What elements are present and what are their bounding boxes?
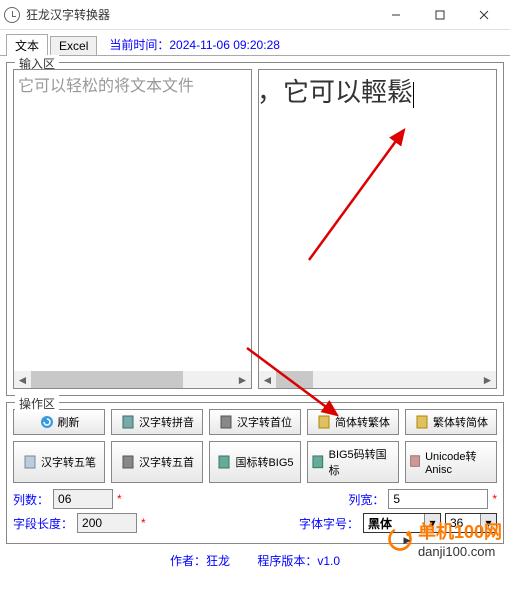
required-star: * [492, 492, 497, 506]
scroll-right-icon[interactable]: ► [234, 371, 251, 388]
input-text-left: 它可以轻松的将文本文件 [14, 70, 251, 98]
big5-to-gb-button[interactable]: BIG5码转国标 [307, 441, 399, 483]
cols-input[interactable] [53, 489, 113, 509]
width-input[interactable] [388, 489, 488, 509]
window-title: 狂龙汉字转换器 [26, 6, 374, 23]
maximize-button[interactable] [418, 1, 462, 29]
hanzi-to-shouwei-button[interactable]: 汉字转首位 [209, 409, 301, 435]
fieldlen-label: 字段长度： [13, 515, 73, 532]
scrollbar-left[interactable]: ◄ ► [14, 371, 251, 388]
required-star: * [141, 516, 146, 530]
watermark: 单机100网 danji100.com [386, 518, 502, 559]
doc-icon [120, 414, 136, 430]
simplified-to-traditional-button[interactable]: 简体转繁体 [307, 409, 399, 435]
minimize-button[interactable] [374, 1, 418, 29]
scrollbar-right[interactable]: ◄ ► [259, 371, 496, 388]
doc-icon [120, 454, 136, 470]
traditional-to-simplified-button[interactable]: 繁体转简体 [405, 409, 497, 435]
timestamp: 当前时间：2024-11-06 09:20:28 [109, 36, 280, 53]
annotation-arrow-1 [299, 120, 419, 270]
scroll-left-icon[interactable]: ◄ [259, 371, 276, 388]
output-text-right: 牛，它可以輕鬆 [258, 70, 496, 111]
fieldlen-input[interactable] [77, 513, 137, 533]
ops-legend: 操作区 [15, 395, 59, 412]
cols-label: 列数： [13, 491, 49, 508]
input-pane-left[interactable]: 它可以轻松的将文本文件 ◄ ► [13, 69, 252, 389]
gb-to-big5-button[interactable]: 国标转BIG5 [209, 441, 301, 483]
app-icon [4, 7, 20, 23]
author-label: 作者：狂龙 [170, 554, 230, 568]
font-label: 字体字号： [299, 515, 359, 532]
unicode-to-ansi-button[interactable]: Unicode转Anisc [405, 441, 497, 483]
tab-text[interactable]: 文本 [6, 34, 48, 56]
required-star: * [117, 492, 122, 506]
scroll-left-icon[interactable]: ◄ [14, 371, 31, 388]
doc-icon [310, 454, 326, 470]
refresh-button[interactable]: 刷新 [13, 409, 105, 435]
width-label: 列宽： [348, 491, 384, 508]
version-label: 程序版本：v1.0 [257, 554, 340, 568]
doc-icon [414, 414, 430, 430]
doc-icon [316, 414, 332, 430]
watermark-icon [386, 525, 414, 553]
doc-icon [218, 414, 234, 430]
hanzi-to-wushou-button[interactable]: 汉字转五首 [111, 441, 203, 483]
doc-icon [216, 454, 232, 470]
output-pane-right[interactable]: 牛，它可以輕鬆 ◄ ► [258, 69, 497, 389]
tab-excel[interactable]: Excel [50, 36, 97, 55]
hanzi-to-wubi-button[interactable]: 汉字转五笔 [13, 441, 105, 483]
close-button[interactable] [462, 1, 506, 29]
hanzi-to-pinyin-button[interactable]: 汉字转拼音 [111, 409, 203, 435]
scroll-right-icon[interactable]: ► [479, 371, 496, 388]
doc-icon [408, 454, 422, 470]
doc-icon [22, 454, 38, 470]
refresh-icon [39, 414, 55, 430]
